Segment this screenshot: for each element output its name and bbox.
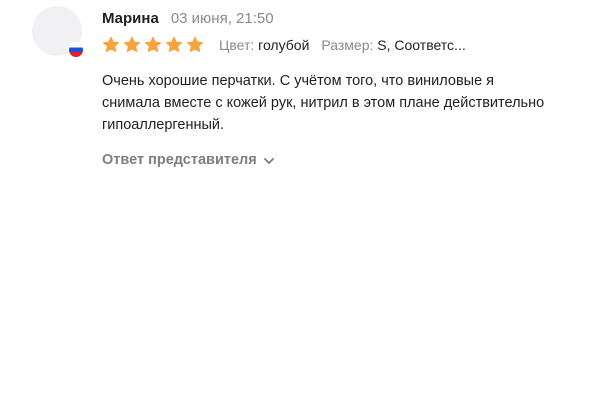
star-icon	[123, 36, 141, 54]
size-value: S, Соответс...	[377, 37, 466, 53]
star-icon	[165, 36, 183, 54]
review-date: 03 июня, 21:50	[170, 9, 274, 27]
seller-reply-toggle[interactable]: Ответ представителя	[102, 150, 274, 170]
size-attribute: Размер: S, Соответс...	[321, 37, 465, 53]
star-icon	[186, 36, 204, 54]
rating-stars	[102, 36, 207, 54]
review-text: Очень хорошие перчатки. С учётом того, ч…	[102, 73, 545, 133]
star-icon	[144, 36, 162, 54]
chevron-down-icon	[263, 152, 274, 170]
color-value: голубой	[258, 37, 310, 53]
color-attribute: Цвет: голубой	[219, 37, 309, 53]
review-header: Марина 03 июня, 21:50	[102, 6, 572, 30]
review-content: Марина 03 июня, 21:50 Цвет: голубой Разм…	[102, 6, 572, 170]
seller-reply-label: Ответ представителя	[102, 152, 257, 168]
russia-flag-icon	[68, 42, 84, 58]
author-name: Марина	[102, 9, 159, 27]
color-label: Цвет:	[219, 37, 255, 53]
star-icon	[102, 36, 120, 54]
size-label: Размер:	[321, 37, 374, 53]
avatar	[32, 6, 84, 58]
review-meta: Цвет: голубой Размер: S, Соответс...	[102, 34, 572, 56]
